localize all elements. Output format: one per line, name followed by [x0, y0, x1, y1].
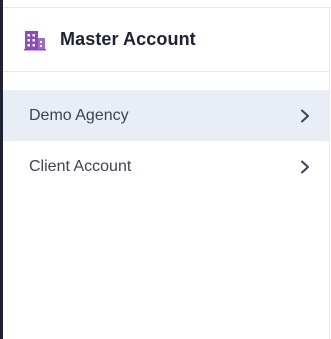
account-item-label: Demo Agency — [29, 106, 129, 124]
account-switcher-panel: Master Account Demo Agency Client Accoun… — [0, 0, 331, 339]
account-item-client-account[interactable]: Client Account — [3, 141, 329, 192]
account-item-demo-agency[interactable]: Demo Agency — [3, 90, 329, 141]
panel-header: Master Account — [3, 8, 329, 72]
account-list: Demo Agency Client Account — [3, 90, 329, 192]
building-icon — [22, 27, 48, 53]
right-border — [329, 7, 330, 339]
page-title: Master Account — [60, 29, 196, 49]
chevron-right-icon — [299, 108, 311, 124]
account-item-label: Client Account — [29, 157, 132, 175]
chevron-right-icon — [299, 159, 311, 175]
